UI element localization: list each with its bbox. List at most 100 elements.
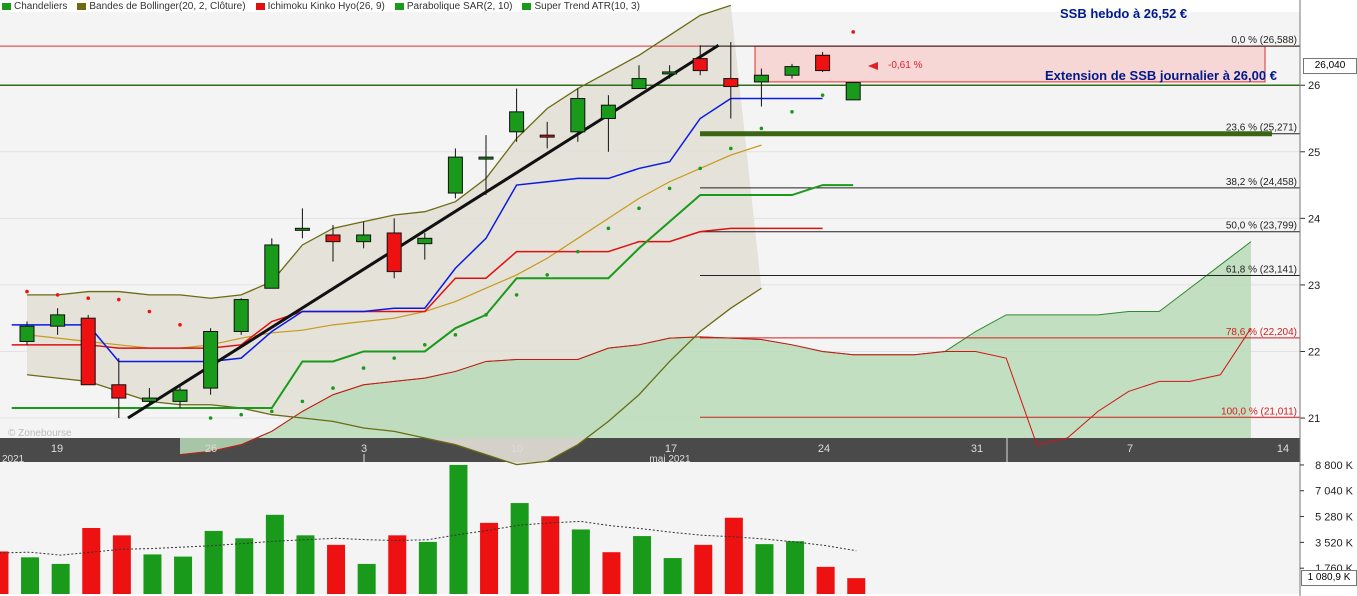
volume-bar — [0, 551, 9, 594]
sar-dot — [270, 409, 274, 414]
candle-body — [784, 66, 800, 76]
volume-bar — [388, 535, 407, 594]
candle-body — [111, 384, 127, 399]
volume-bar — [724, 517, 743, 594]
volume-bar — [633, 536, 652, 594]
sar-dot — [729, 146, 733, 151]
candle-body — [570, 98, 586, 133]
fibonacci-label: 50,0 % (23,799) — [1226, 221, 1297, 232]
legend-item: Chandeliers — [2, 0, 67, 13]
legend-label: Parabolique SAR(2, 10) — [406, 1, 513, 12]
sar-dot — [25, 289, 29, 294]
candle-body — [447, 156, 463, 194]
chart-root: 0,0 % (26,588) 23,6 % (25,271) 38,2 % (24,… — [0, 0, 1357, 596]
sar-dot — [392, 356, 397, 360]
candle-body — [753, 74, 769, 83]
fibonacci-label: 0,0 % (26,588) — [1231, 35, 1297, 46]
candle-body — [233, 299, 249, 332]
volume-bar — [21, 557, 40, 594]
sar-dot — [698, 166, 702, 171]
volume-bar — [327, 544, 346, 594]
volume-bar — [449, 464, 468, 594]
sar-dot — [423, 343, 427, 347]
y-tick-label: 24 — [1308, 213, 1320, 225]
candle-body — [417, 237, 433, 245]
sar-dot — [239, 412, 243, 417]
candle-body — [294, 227, 310, 231]
ssb-daily-annotation: Extension de SSB journalier à 26,00 € — [1045, 68, 1277, 83]
y-tick-label: 22 — [1308, 346, 1320, 358]
candle-body — [631, 78, 647, 90]
candle-body — [723, 78, 739, 88]
fibonacci-label: 100,0 % (21,011) — [1221, 406, 1297, 417]
candle-body — [815, 54, 831, 72]
volume-bar — [265, 514, 284, 594]
candle-body — [264, 244, 280, 289]
sar-dot — [576, 249, 580, 254]
legend-label: Super Trend ATR(10, 3) — [534, 1, 640, 12]
legend-item: Bandes de Bollinger(20, 2, Clôture) — [77, 0, 246, 13]
sar-dot — [453, 333, 458, 337]
watermark: © Zonebourse — [8, 428, 72, 439]
x-tick-label: 7 — [1127, 443, 1133, 455]
volume-y-tick-label: 5 280 K — [1315, 512, 1354, 524]
candle-body — [325, 234, 341, 243]
sar-dot — [55, 293, 60, 297]
volume-bar — [143, 554, 162, 594]
candle-body — [141, 397, 157, 402]
x-tick-label: 3 — [361, 443, 367, 455]
legend-item: Parabolique SAR(2, 10) — [394, 0, 513, 13]
volume-bar — [357, 563, 376, 594]
candle-body — [172, 389, 188, 402]
x-tick-label: 10 — [511, 443, 523, 455]
volume-bar — [663, 558, 682, 594]
ssb-weekly-annotation: SSB hebdo à 26,52 € — [1060, 6, 1188, 21]
volume-bar — [816, 566, 835, 594]
sar-dot — [545, 273, 549, 277]
fibonacci-label: 61,8 % (23,141) — [1226, 265, 1297, 276]
volume-bar — [296, 535, 315, 594]
sar-dot — [117, 297, 121, 302]
volume-bar — [602, 552, 621, 594]
volume-bar — [174, 556, 193, 594]
y-tick-label: 23 — [1308, 280, 1320, 292]
sar-dot — [178, 323, 182, 327]
volume-bar — [755, 544, 774, 594]
legend-item: Super Trend ATR(10, 3) — [522, 0, 640, 13]
chart-svg: 0,0 % (26,588)23,6 % (25,271)38,2 % (24,… — [0, 0, 1357, 596]
sar-dot — [851, 30, 855, 34]
volume-y-tick-label: 7 040 K — [1315, 486, 1354, 498]
volume-bar — [786, 541, 805, 594]
sar-dot — [484, 313, 488, 317]
legend-swatch-icon — [522, 3, 532, 10]
legend-label: Chandeliers — [14, 1, 68, 12]
sar-dot — [331, 386, 335, 390]
volume-bar — [112, 535, 131, 594]
sar-dot — [637, 206, 641, 211]
fibonacci-label: 38,2 % (24,458) — [1226, 177, 1297, 188]
volume-bar — [204, 530, 223, 594]
volume-bar — [418, 541, 437, 594]
legend-label: Ichimoku Kinko Hyo(26, 9) — [267, 1, 385, 12]
sar-dot — [790, 110, 794, 114]
sar-dot — [667, 186, 672, 191]
candle-body — [356, 234, 372, 243]
volume-bar — [541, 516, 560, 594]
volume-bar — [694, 544, 713, 594]
candle-body — [478, 156, 494, 160]
legend-label: Bandes de Bollinger(20, 2, Clôture) — [89, 1, 246, 12]
volume-bar — [571, 529, 590, 594]
candle-body — [509, 111, 525, 133]
fibonacci-label: 78,6 % (22,204) — [1226, 327, 1297, 338]
sar-dot — [300, 399, 305, 404]
candle-body — [19, 325, 35, 342]
candle-body — [80, 317, 96, 386]
x-month-label: 2021 — [2, 454, 25, 465]
sar-dot — [361, 366, 366, 370]
sar-dot — [514, 293, 519, 297]
legend-item: Ichimoku Kinko Hyo(26, 9) — [255, 0, 385, 13]
sar-dot — [606, 226, 611, 231]
x-tick-label: 24 — [818, 443, 830, 455]
last-price-tag: 26,040 — [1303, 58, 1357, 74]
candle-body — [845, 82, 861, 101]
